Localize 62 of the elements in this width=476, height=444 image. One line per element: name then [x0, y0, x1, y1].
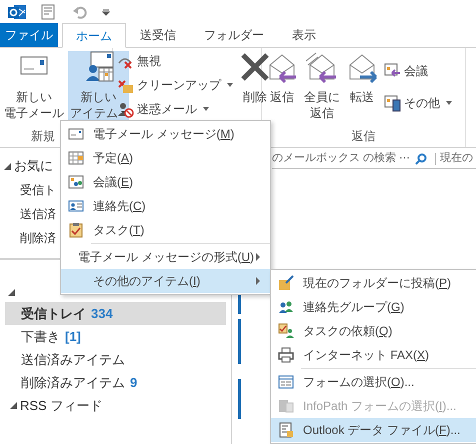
menu-item[interactable]: 電子メール メッセージ(M) [61, 122, 270, 146]
menu-item[interactable]: フォームの選択(O)... [271, 370, 476, 394]
fax-icon [278, 347, 294, 363]
section-header[interactable]: お気に [14, 156, 53, 176]
search-field[interactable]: のメールボックス の検索 ⋯ [272, 150, 432, 167]
customize-icon[interactable] [102, 8, 110, 16]
menu-item: InfoPath フォームの選択(I)... [271, 394, 476, 418]
ribbon-button[interactable]: 転送 [344, 51, 380, 124]
contact-card-icon [68, 198, 84, 214]
post-icon [278, 275, 294, 291]
menu-item[interactable]: タスク(T) [61, 218, 270, 242]
ribbon-tab[interactable]: ホーム [62, 23, 126, 48]
file-tab[interactable]: ファイル [0, 23, 58, 47]
group-label: 返信 [352, 128, 376, 144]
junk-icon [117, 100, 134, 118]
meeting-icon [68, 174, 84, 190]
ribbon-button[interactable]: 全員に 返信 [302, 51, 342, 124]
delete-icon [239, 51, 271, 83]
folder-item[interactable]: 受信ト [20, 181, 56, 199]
folder-item[interactable]: RSS フィード [20, 396, 102, 416]
folder-item[interactable]: 削除済 [20, 229, 56, 247]
menu-item[interactable]: 現在のフォルダーに投稿(P) [271, 271, 476, 295]
calendar-icon [68, 150, 84, 166]
folder-item[interactable]: 下書き [1] [5, 325, 226, 348]
contact-group-icon [278, 299, 294, 315]
menu-item[interactable]: Outlook データ ファイル(F)... [271, 418, 476, 442]
group-label: 新規 [31, 128, 55, 144]
collapse-icon[interactable] [10, 402, 17, 409]
infopath-icon [278, 398, 294, 414]
ribbon-button[interactable]: その他 [384, 93, 452, 113]
folder-item[interactable]: 削除済みアイテム 9 [5, 371, 226, 394]
menu-item[interactable]: 電子メール メッセージの形式(U) [61, 245, 270, 269]
folder-item[interactable]: 送信済みアイテム [5, 348, 226, 371]
outlook-icon [8, 4, 26, 20]
more-icon [384, 94, 401, 112]
ribbon-tab[interactable]: 表示 [278, 23, 330, 47]
ribbon-tab[interactable]: 送受信 [126, 23, 190, 47]
form-icon [278, 374, 294, 390]
menu-item[interactable]: 予定(A) [61, 146, 270, 170]
ribbon-button[interactable]: 会議 [384, 61, 452, 81]
reply-all-icon [306, 51, 338, 83]
unread-marker [238, 379, 241, 419]
scope-dropdown[interactable]: 現在の [440, 150, 474, 167]
ribbon-button[interactable]: 新しい 電子メール [2, 51, 66, 124]
envelope-icon [68, 126, 84, 142]
ribbon-tab[interactable]: フォルダー [190, 23, 278, 47]
unread-marker [238, 319, 241, 364]
task-icon [68, 222, 84, 238]
folder-item[interactable]: 送信済 [20, 205, 56, 223]
folder-item[interactable]: 受信トレイ 334 [5, 302, 226, 325]
search-icon [415, 152, 428, 164]
menu-item[interactable]: タスクの依頼(Q) [271, 319, 476, 343]
meeting-icon [384, 62, 401, 80]
menu-item[interactable]: 会議(E) [61, 170, 270, 194]
menu-item[interactable]: 連絡先グループ(G) [271, 295, 476, 319]
collapse-icon[interactable] [8, 288, 15, 296]
data-file-icon [278, 422, 294, 438]
menu-item[interactable]: その他のアイテム(I) [61, 269, 270, 293]
collapse-icon[interactable] [4, 162, 11, 170]
menu-item[interactable]: インターネット FAX(X) [271, 343, 476, 367]
menu-item[interactable]: 連絡先(C) [61, 194, 270, 218]
task-request-icon [278, 323, 294, 339]
